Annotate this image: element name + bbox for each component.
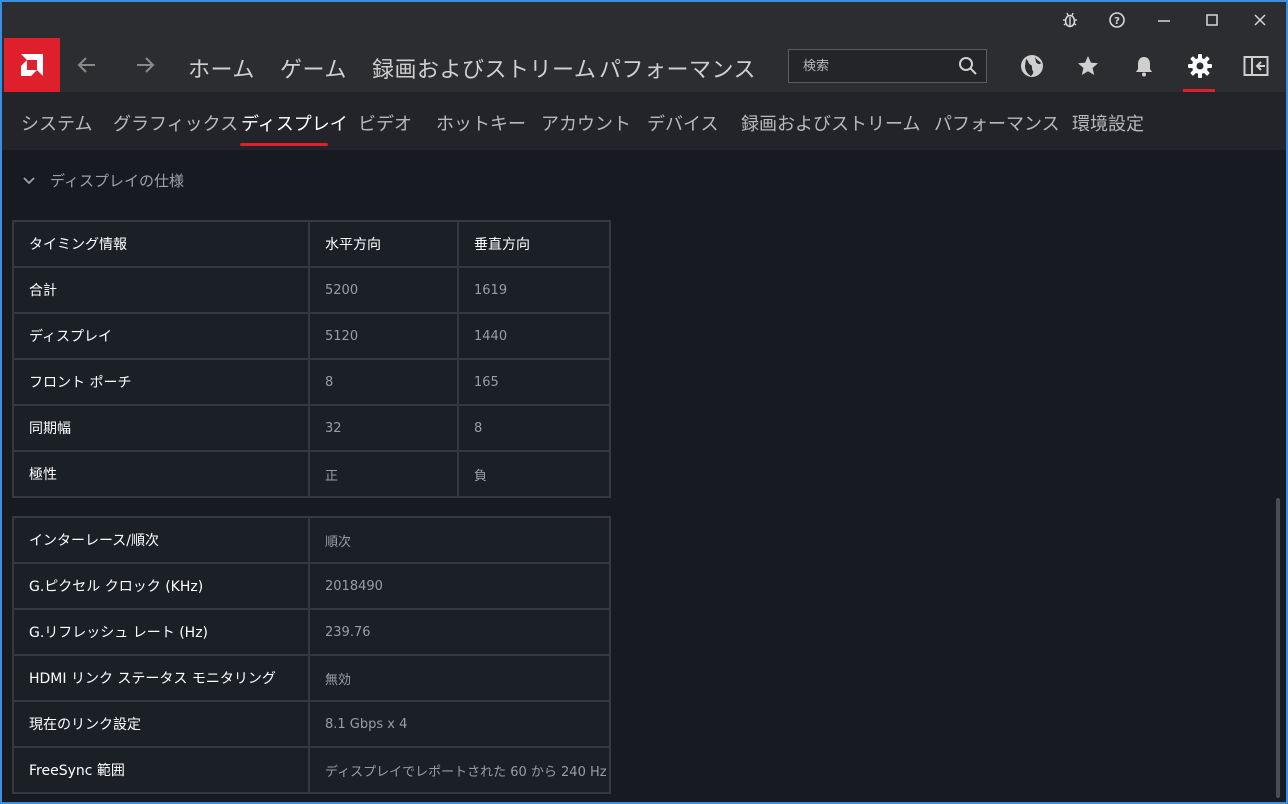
tab-performance[interactable]: パフォーマンス [934, 110, 1060, 136]
row-label: ディスプレイ [12, 312, 310, 360]
vertical-scrollbar[interactable] [1276, 498, 1280, 798]
horizontal-value: 正 [308, 450, 459, 498]
table-row: 極性 正 負 [12, 450, 611, 498]
forward-arrow-icon[interactable] [130, 50, 160, 80]
table-row: 同期幅 32 8 [12, 404, 611, 452]
tab-record-stream[interactable]: 録画およびストリーム [741, 110, 920, 136]
row-value: 239.76 [308, 608, 611, 656]
row-label: 現在のリンク設定 [12, 700, 310, 748]
table-row: HDMI リンク ステータス モニタリング 無効 [12, 654, 611, 702]
row-value: ディスプレイでレポートされた 60 から 240 Hz [308, 746, 611, 794]
tab-hotkeys[interactable]: ホットキー [436, 110, 526, 136]
vertical-value: 8 [457, 404, 611, 452]
gear-icon[interactable] [1185, 51, 1215, 81]
table-header: タイミング情報 [12, 220, 310, 268]
row-label: 合計 [12, 266, 310, 314]
row-label: 同期幅 [12, 404, 310, 452]
row-value: 無効 [308, 654, 611, 702]
tab-preferences[interactable]: 環境設定 [1072, 110, 1144, 136]
sidebar-toggle-icon[interactable] [1241, 51, 1271, 81]
main-nav: ホーム ゲーム 録画およびストリーム パフォーマンス [2, 38, 1286, 92]
row-label: フロント ポーチ [12, 358, 310, 406]
row-value: 2018490 [308, 562, 611, 610]
app-window: ? ホーム ゲーム 録画およびストリーム パフォーマンス 検索 システム グラフ… [2, 2, 1286, 802]
table-header: 水平方向 [308, 220, 459, 268]
nav-item-performance[interactable]: パフォーマンス [599, 52, 756, 84]
title-bar: ? [2, 2, 1286, 38]
row-label: HDMI リンク ステータス モニタリング [12, 654, 310, 702]
vertical-value: 165 [457, 358, 611, 406]
star-icon[interactable] [1073, 51, 1103, 81]
tab-account[interactable]: アカウント [541, 110, 631, 136]
nav-item-record-stream[interactable]: 録画およびストリーム [372, 52, 596, 84]
vertical-value: 1440 [457, 312, 611, 360]
table-row: ディスプレイ 5120 1440 [12, 312, 611, 360]
search-icon[interactable] [958, 56, 978, 76]
row-label: G.リフレッシュ レート (Hz) [12, 608, 310, 656]
table-header-row: タイミング情報 水平方向 垂直方向 [12, 220, 611, 268]
table-row: 現在のリンク設定 8.1 Gbps x 4 [12, 700, 611, 748]
row-value: 8.1 Gbps x 4 [308, 700, 611, 748]
row-label: 極性 [12, 450, 310, 498]
svg-text:?: ? [1114, 16, 1120, 27]
section-title: ディスプレイの仕様 [50, 172, 184, 190]
tab-system[interactable]: システム [21, 110, 92, 136]
nav-item-games[interactable]: ゲーム [280, 52, 347, 84]
maximize-icon[interactable] [1194, 6, 1230, 34]
section-header[interactable]: ディスプレイの仕様 [22, 170, 184, 191]
table-row: インターレース/順次 順次 [12, 516, 611, 564]
row-label: G.ピクセル クロック (KHz) [12, 562, 310, 610]
horizontal-value: 5200 [308, 266, 459, 314]
tab-devices[interactable]: デバイス [647, 110, 718, 136]
globe-icon[interactable] [1017, 51, 1047, 81]
horizontal-value: 5120 [308, 312, 459, 360]
table-row: G.ピクセル クロック (KHz) 2018490 [12, 562, 611, 610]
minimize-icon[interactable] [1146, 6, 1182, 34]
table-header: 垂直方向 [457, 220, 611, 268]
tab-display[interactable]: ディスプレイ [241, 110, 348, 136]
bell-icon[interactable] [1129, 51, 1159, 81]
row-label: インターレース/順次 [12, 516, 310, 564]
tab-graphics[interactable]: グラフィックス [113, 110, 238, 136]
table-row: G.リフレッシュ レート (Hz) 239.76 [12, 608, 611, 656]
active-tab-indicator [240, 143, 328, 146]
info-table: インターレース/順次 順次 G.ピクセル クロック (KHz) 2018490 … [12, 516, 611, 794]
sub-nav: システム グラフィックス ディスプレイ ビデオ ホットキー アカウント デバイス… [2, 92, 1286, 150]
nav-item-home[interactable]: ホーム [188, 52, 255, 84]
vertical-value: 1619 [457, 266, 611, 314]
back-arrow-icon[interactable] [72, 50, 102, 80]
search-box [788, 49, 987, 83]
row-label: FreeSync 範囲 [12, 746, 310, 794]
row-value: 順次 [308, 516, 611, 564]
tab-video[interactable]: ビデオ [358, 110, 412, 136]
horizontal-value: 32 [308, 404, 459, 452]
table-row: 合計 5200 1619 [12, 266, 611, 314]
search-input[interactable] [789, 50, 949, 82]
timing-table: タイミング情報 水平方向 垂直方向 合計 5200 1619 ディスプレイ 51… [12, 220, 611, 498]
content-area: ディスプレイの仕様 タイミング情報 水平方向 垂直方向 合計 5200 1619… [2, 150, 1286, 802]
amd-logo[interactable] [4, 38, 60, 92]
table-row: フロント ポーチ 8 165 [12, 358, 611, 406]
table-row: FreeSync 範囲 ディスプレイでレポートされた 60 から 240 Hz [12, 746, 611, 794]
horizontal-value: 8 [308, 358, 459, 406]
bug-icon[interactable] [1052, 6, 1088, 34]
chevron-down-icon[interactable] [22, 176, 36, 186]
help-icon[interactable]: ? [1099, 6, 1135, 34]
close-icon[interactable] [1242, 6, 1278, 34]
vertical-value: 負 [457, 450, 611, 498]
